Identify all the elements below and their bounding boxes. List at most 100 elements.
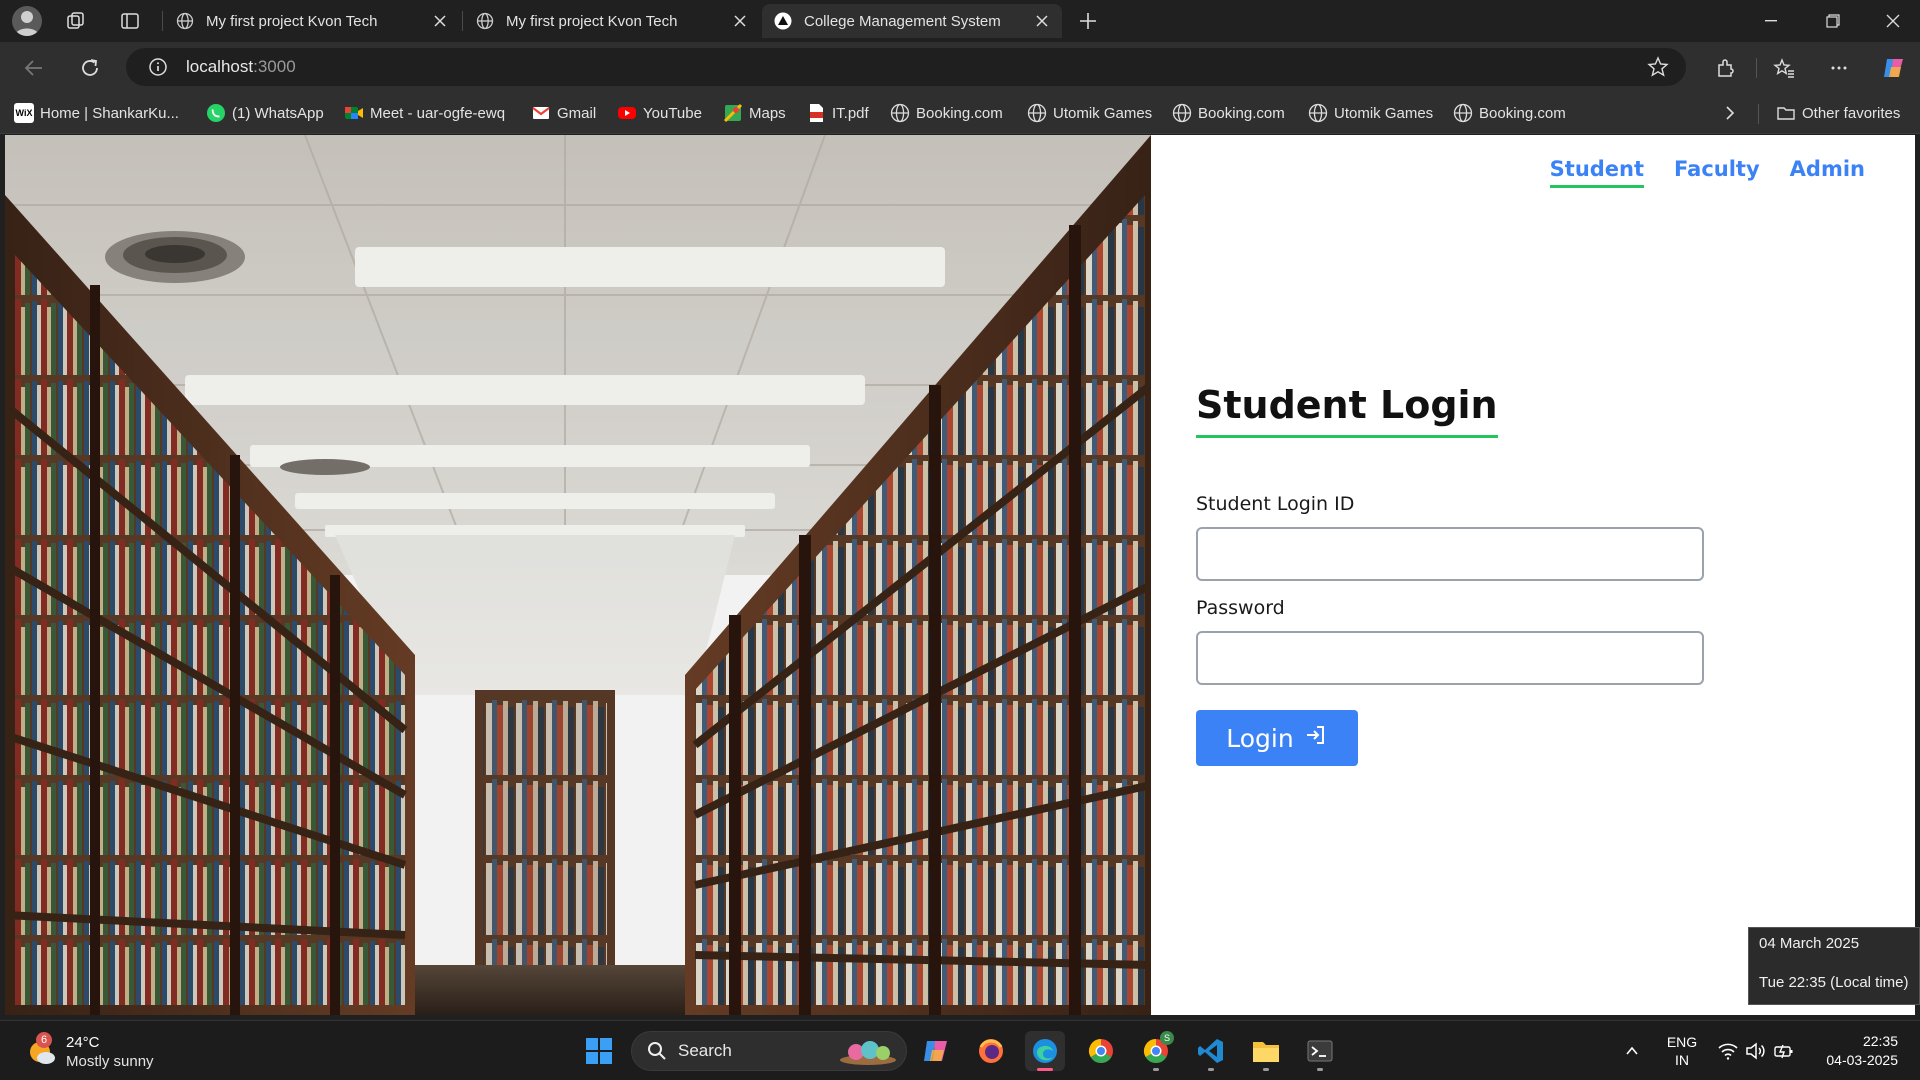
- more-menu-icon[interactable]: [1823, 52, 1855, 84]
- vscode-icon[interactable]: [1191, 1031, 1231, 1071]
- chrome-icon[interactable]: [1081, 1031, 1121, 1071]
- weather-desc: Mostly sunny: [66, 1053, 154, 1070]
- close-window-icon[interactable]: [1870, 6, 1916, 36]
- globe-icon: [1027, 103, 1047, 123]
- chrome-profile-icon[interactable]: S: [1136, 1031, 1176, 1071]
- tab-title: My first project Kvon Tech: [206, 12, 378, 30]
- minimize-icon[interactable]: [1748, 6, 1794, 36]
- bookmark-label: Meet - uar-ogfe-ewq: [370, 104, 506, 122]
- show-hidden-icons-chevron-icon[interactable]: [1620, 1033, 1644, 1069]
- bookmark-item[interactable]: IT.pdf: [806, 102, 869, 124]
- bookmark-item[interactable]: Gmail: [531, 102, 596, 124]
- address-bar[interactable]: localhost:3000: [126, 48, 1686, 86]
- bookmark-label: Booking.com: [1479, 104, 1566, 122]
- globe-icon: [476, 12, 494, 30]
- file-explorer-icon[interactable]: [1246, 1031, 1286, 1071]
- favorites-icon[interactable]: [1768, 52, 1800, 84]
- firefox-icon[interactable]: [971, 1031, 1011, 1071]
- maps-icon: [723, 103, 743, 123]
- tab-actions-icon[interactable]: [118, 9, 142, 33]
- tab-title: My first project Kvon Tech: [506, 12, 678, 30]
- library-hero-image: [5, 135, 1151, 1015]
- extensions-icon[interactable]: [1710, 52, 1742, 84]
- bookmark-item[interactable]: Utomik Games: [1308, 102, 1433, 124]
- taskbar-search[interactable]: Search: [631, 1031, 907, 1071]
- clock-date: 04-03-2025: [1826, 1052, 1898, 1068]
- browser-tab[interactable]: My first project Kvon Tech: [164, 4, 460, 38]
- login-arrow-icon: [1304, 723, 1328, 753]
- bookmark-item[interactable]: YouTube: [617, 102, 702, 124]
- url-text: localhost:3000: [186, 57, 296, 76]
- bookmarks-bar: WiX Home | ShankarKu... (1) WhatsApp Mee…: [0, 92, 1920, 134]
- bookmark-label: Home | ShankarKu...: [40, 104, 179, 122]
- windows-taskbar: 6 24°C Mostly sunny Search S ENG IN 22:3…: [0, 1020, 1920, 1080]
- bookmark-label: Other favorites: [1802, 104, 1901, 122]
- language-bottom: IN: [1675, 1052, 1689, 1068]
- nav-student-link[interactable]: Student: [1549, 157, 1645, 188]
- bookmark-item[interactable]: Maps: [723, 102, 786, 124]
- password-label: Password: [1196, 597, 1285, 619]
- bookmark-item[interactable]: WiX Home | ShankarKu...: [14, 102, 179, 124]
- login-id-label: Student Login ID: [1196, 493, 1355, 515]
- close-tab-icon[interactable]: [432, 13, 448, 29]
- whatsapp-icon: [206, 103, 226, 123]
- bookmark-label: Maps: [749, 104, 786, 122]
- page-title: Student Login: [1196, 383, 1498, 438]
- search-highlight-icon: [838, 1038, 898, 1071]
- bookmark-item[interactable]: (1) WhatsApp: [206, 102, 324, 124]
- tab-title: College Management System: [804, 12, 1001, 30]
- bookmark-item[interactable]: Booking.com: [890, 102, 1003, 124]
- terminal-icon[interactable]: [1300, 1031, 1340, 1071]
- globe-icon: [1308, 103, 1328, 123]
- bookmark-label: IT.pdf: [832, 104, 869, 122]
- close-tab-icon[interactable]: [1034, 13, 1050, 29]
- bookmark-item[interactable]: Booking.com: [1172, 102, 1285, 124]
- login-button[interactable]: Login: [1196, 710, 1358, 766]
- password-input[interactable]: [1196, 631, 1704, 685]
- favorite-star-icon[interactable]: [1646, 55, 1670, 79]
- copilot-icon[interactable]: [1878, 52, 1910, 84]
- nav-faculty-link[interactable]: Faculty: [1674, 157, 1760, 188]
- browser-tab[interactable]: My first project Kvon Tech: [464, 4, 760, 38]
- other-favorites[interactable]: Other favorites: [1776, 102, 1900, 124]
- bookmark-label: YouTube: [643, 104, 702, 122]
- language-indicator[interactable]: ENG IN: [1662, 1033, 1702, 1069]
- bookmark-label: (1) WhatsApp: [232, 104, 324, 122]
- battery-icon[interactable]: [1772, 1033, 1796, 1069]
- nav-admin-link[interactable]: Admin: [1790, 157, 1865, 188]
- system-clock[interactable]: 22:35 04-03-2025: [1826, 1032, 1898, 1070]
- chrome-profile-badge: S: [1160, 1031, 1174, 1045]
- globe-icon: [1453, 103, 1473, 123]
- restore-icon[interactable]: [1810, 6, 1856, 36]
- volume-icon[interactable]: [1744, 1033, 1768, 1069]
- wifi-icon[interactable]: [1716, 1033, 1740, 1069]
- tooltip-time: Tue 22:35 (Local time): [1759, 974, 1909, 991]
- profile-avatar[interactable]: [12, 6, 42, 36]
- close-tab-icon[interactable]: [732, 13, 748, 29]
- weather-widget[interactable]: 6 24°C Mostly sunny: [26, 1032, 154, 1071]
- search-icon: [646, 1040, 668, 1062]
- bookmark-label: Booking.com: [916, 104, 1003, 122]
- copilot-taskbar-icon[interactable]: [916, 1031, 956, 1071]
- bookmark-item[interactable]: Booking.com: [1453, 102, 1566, 124]
- login-id-input[interactable]: [1196, 527, 1704, 581]
- start-button[interactable]: [579, 1031, 619, 1071]
- bookmark-label: Gmail: [557, 104, 597, 122]
- youtube-icon: [617, 103, 637, 123]
- workspaces-icon[interactable]: [64, 9, 88, 33]
- app-logo-icon: [774, 12, 792, 30]
- back-icon[interactable]: [18, 52, 50, 84]
- meet-icon: [344, 103, 364, 123]
- browser-tab-strip: My first project Kvon Tech My first proj…: [0, 0, 1920, 42]
- login-button-label: Login: [1226, 723, 1294, 753]
- globe-icon: [176, 12, 194, 30]
- new-tab-icon[interactable]: [1076, 9, 1100, 33]
- edge-icon[interactable]: [1025, 1031, 1065, 1071]
- bookmark-label: Utomik Games: [1053, 104, 1153, 122]
- site-info-icon[interactable]: [146, 55, 170, 79]
- refresh-icon[interactable]: [74, 52, 106, 84]
- bookmark-item[interactable]: Meet - uar-ogfe-ewq: [344, 102, 505, 124]
- bookmark-item[interactable]: Utomik Games: [1027, 102, 1152, 124]
- bookmarks-overflow-chevron-icon[interactable]: [1720, 102, 1740, 124]
- browser-tab-active[interactable]: College Management System: [762, 4, 1062, 38]
